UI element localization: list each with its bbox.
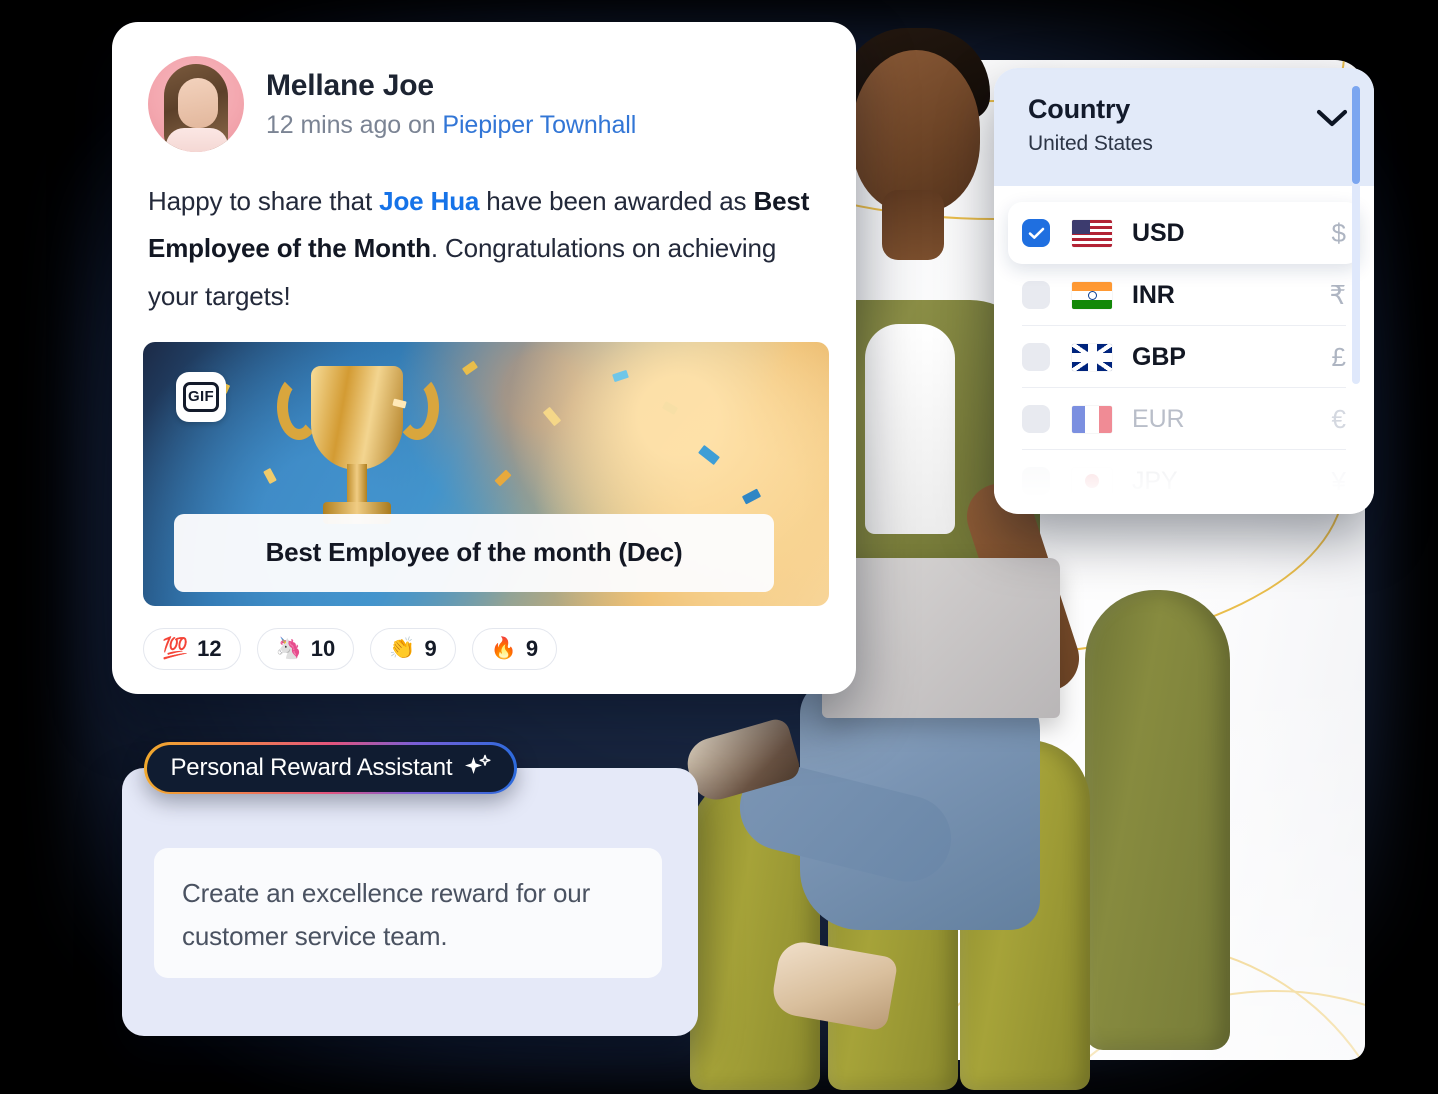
unicorn-icon: 🦄 (275, 637, 302, 661)
social-post-card: Mellane Joe 12 mins ago on Piepiper Town… (112, 22, 856, 694)
checkbox-gbp[interactable] (1022, 343, 1050, 371)
currency-row-usd[interactable]: USD $ (1008, 202, 1360, 264)
checkbox-jpy[interactable] (1022, 467, 1050, 495)
currency-row-gbp[interactable]: GBP £ (1008, 326, 1360, 388)
checkbox-inr[interactable] (1022, 281, 1050, 309)
assistant-pill-label: Personal Reward Assistant (170, 754, 453, 781)
currency-symbol: $ (1331, 217, 1346, 248)
personal-reward-assistant-card: Create an excellence reward for our cust… (122, 768, 698, 1036)
fire-icon: 🔥 (490, 637, 517, 661)
post-meta: 12 mins ago on Piepiper Townhall (266, 111, 636, 140)
assistant-pill-badge[interactable]: Personal Reward Assistant (144, 742, 517, 794)
post-media-gif[interactable]: GIF Best Employee of the month (Dec) (143, 341, 829, 606)
currency-row-eur[interactable]: EUR € (1008, 388, 1360, 450)
confetti-piece (461, 360, 479, 376)
reaction-count: 10 (310, 635, 336, 661)
screenshot-stage: Mellane Joe 12 mins ago on Piepiper Town… (0, 0, 1438, 1094)
country-selected-value: United States (1028, 132, 1153, 155)
country-dropdown-header[interactable]: Country United States (994, 68, 1374, 186)
reaction-count: 12 (197, 635, 222, 661)
gb-flag-icon (1072, 343, 1112, 371)
avatar-face (178, 78, 218, 128)
gif-icon: GIF (176, 371, 226, 422)
trophy-stem (347, 463, 367, 504)
assistant-prompt-input[interactable]: Create an excellence reward for our cust… (154, 848, 662, 978)
currency-code: GBP (1132, 342, 1186, 371)
reaction-chip-clap[interactable]: 👏 9 (370, 627, 456, 670)
country-header-text: Country United States (1028, 94, 1153, 156)
post-body-text: Happy to share that Joe Hua have been aw… (112, 152, 856, 320)
reaction-chip-unicorn[interactable]: 🦄 10 (256, 627, 355, 670)
post-author-block: Mellane Joe 12 mins ago on Piepiper Town… (266, 69, 636, 140)
currency-symbol: £ (1331, 341, 1346, 372)
country-label: Country (1028, 94, 1131, 124)
reaction-bar: 💯 12 🦄 10 👏 9 🔥 9 (112, 606, 856, 670)
trophy-icon (277, 360, 439, 540)
confetti-piece (494, 469, 512, 487)
currency-list-scrollbar[interactable] (1352, 86, 1360, 384)
country-selector-card: Country United States USD $ INR ₹ GBP £ … (994, 68, 1374, 514)
currency-code: JPY (1132, 466, 1178, 495)
confetti-piece (263, 467, 277, 484)
chevron-down-icon[interactable] (1316, 108, 1348, 133)
media-caption: Best Employee of the month (Dec) (174, 513, 774, 592)
currency-symbol: € (1331, 403, 1346, 434)
post-channel-link[interactable]: Piepiper Townhall (442, 111, 636, 139)
currency-symbol: ₹ (1329, 279, 1346, 310)
post-author-name: Mellane Joe (266, 68, 434, 102)
currency-row-inr[interactable]: INR ₹ (1008, 264, 1360, 326)
hundred-points-icon: 💯 (162, 637, 189, 661)
currency-symbol: ¥ (1331, 465, 1346, 496)
reaction-count: 9 (424, 635, 437, 661)
confetti-piece (661, 400, 679, 415)
scrollbar-thumb[interactable] (1352, 86, 1360, 184)
post-header: Mellane Joe 12 mins ago on Piepiper Town… (112, 22, 856, 152)
clapping-hands-icon: 👏 (389, 637, 416, 661)
sofa-backrest (1085, 590, 1230, 1050)
currency-row-jpy[interactable]: JPY ¥ (1008, 450, 1360, 512)
avatar[interactable] (148, 56, 244, 152)
us-flag-icon (1072, 219, 1112, 247)
trophy-cup (311, 365, 403, 470)
person-head (852, 50, 980, 212)
avatar-body (166, 128, 228, 152)
reaction-count: 9 (525, 635, 539, 661)
reaction-chip-fire[interactable]: 🔥 9 (471, 627, 558, 670)
sparkle-icon (464, 753, 492, 784)
person-neck (882, 190, 944, 260)
confetti-piece (741, 488, 762, 505)
assistant-pill-inner: Personal Reward Assistant (146, 744, 515, 792)
currency-list: USD $ INR ₹ GBP £ EUR € JPY ¥ (994, 186, 1374, 512)
in-flag-icon (1072, 281, 1112, 309)
post-text-segment-2: have been awarded as (479, 186, 754, 216)
checkbox-eur[interactable] (1022, 405, 1050, 433)
jp-flag-icon (1072, 467, 1112, 495)
fr-flag-icon (1072, 405, 1112, 433)
reaction-chip-hundred[interactable]: 💯 12 (143, 627, 241, 670)
laptop-icon (822, 558, 1060, 718)
gif-badge-label: GIF (183, 381, 219, 412)
post-timestamp: 12 mins ago on (266, 110, 443, 139)
confetti-piece (612, 369, 629, 383)
currency-code: USD (1132, 218, 1185, 247)
currency-code: EUR (1132, 404, 1185, 433)
confetti-piece (542, 406, 562, 427)
confetti-piece (698, 444, 720, 466)
currency-code: INR (1132, 280, 1175, 309)
person-tshirt (865, 324, 955, 534)
post-text-segment-1: Happy to share that (148, 186, 380, 216)
checkbox-usd[interactable] (1022, 219, 1050, 247)
post-mention-link[interactable]: Joe Hua (379, 186, 479, 216)
